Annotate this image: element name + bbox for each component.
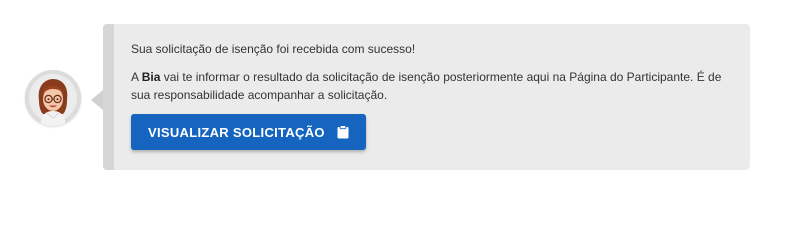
message-info-suffix: vai te informar o resultado da solicitaç…: [131, 70, 722, 102]
message-info-prefix: A: [131, 70, 142, 84]
assistant-avatar-icon: [25, 70, 81, 126]
speech-bubble-tail: [91, 90, 103, 110]
assistant-name: Bia: [141, 70, 161, 84]
clipboard-icon: [337, 125, 349, 139]
assistant-avatar: [25, 70, 81, 126]
view-request-button-label: VISUALIZAR SOLICITAÇÃO: [148, 124, 325, 140]
message-info: A Bia vai te informar o resultado da sol…: [131, 68, 734, 104]
view-request-button[interactable]: VISUALIZAR SOLICITAÇÃO: [131, 114, 366, 150]
assistant-message-card: Sua solicitação de isenção foi recebida …: [103, 24, 750, 170]
message-confirmation: Sua solicitação de isenção foi recebida …: [131, 42, 416, 56]
